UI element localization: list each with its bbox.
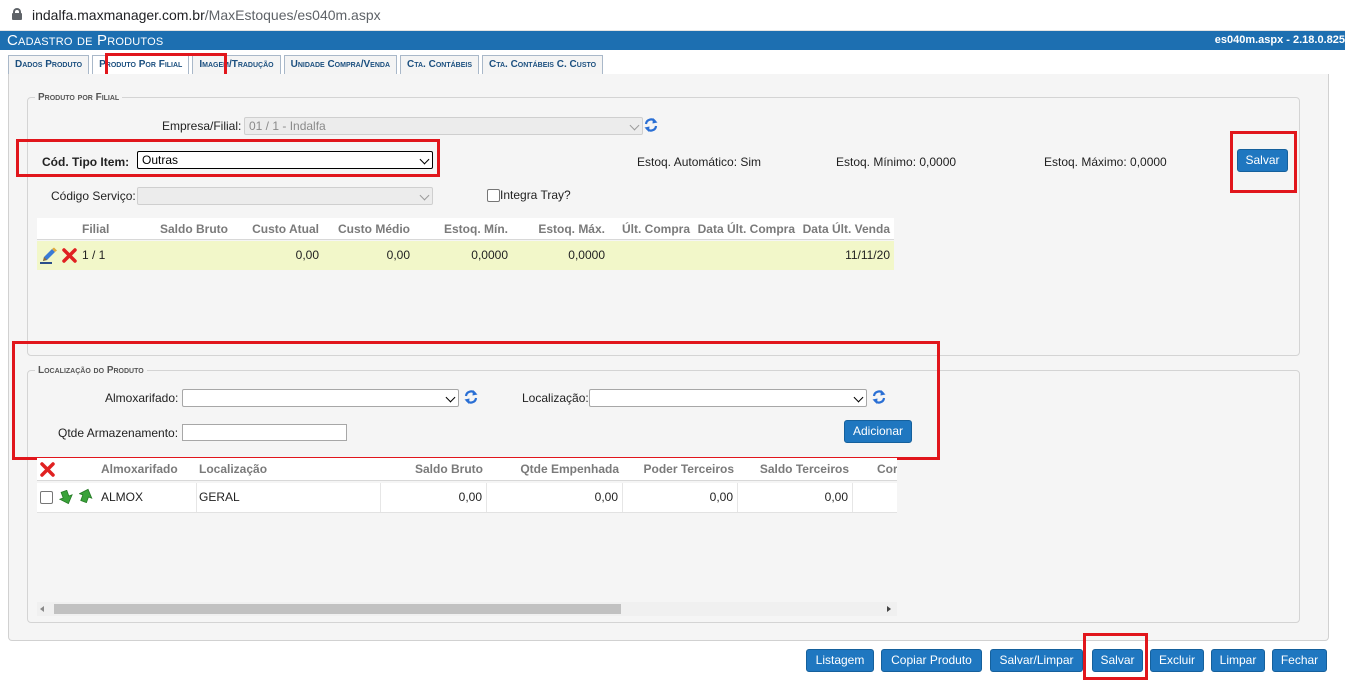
almoxarifado-select[interactable] (182, 389, 459, 407)
qtde-armazenamento-label: Qtde Armazenamento: (58, 426, 179, 440)
produto-por-filial-legend: Produto por Filial (35, 92, 123, 103)
cell-saldo-bruto (140, 241, 232, 270)
arrow-down-icon[interactable] (59, 490, 74, 505)
empresa-filial-label: Empresa/Filial: (162, 119, 242, 133)
grid-header-row: Almoxarifado Localização Saldo Bruto Qtd… (37, 458, 897, 481)
refresh-icon[interactable] (871, 389, 887, 405)
col-header-saldo-terceiros: Saldo Terceiros (759, 462, 849, 476)
col-header-ult-compra: Últ. Compra (621, 222, 690, 236)
localizacao-label: Localização: (522, 391, 589, 405)
grid-header-row: Filial Saldo Bruto Custo Atual Custo Méd… (37, 218, 894, 240)
col-header-almoxarifado: Almoxarifado (101, 462, 178, 476)
chevron-down-icon (629, 120, 640, 131)
lock-icon (12, 8, 22, 20)
localizacao-select[interactable] (589, 389, 867, 407)
cell-almoxarifado: ALMOX (101, 483, 197, 512)
table-row[interactable]: 1 / 1 0,00 0,00 0,0000 0,0000 11/11/20 (37, 241, 894, 270)
almoxarifado-label: Almoxarifado: (105, 391, 179, 405)
col-header-filial: Filial (82, 222, 110, 236)
integra-tray-label: Integra Tray? (500, 188, 571, 202)
scroll-right-arrow[interactable] (887, 606, 891, 612)
refresh-icon[interactable] (643, 117, 659, 133)
codigo-servico-label: Código Serviço: (51, 189, 136, 203)
col-header-estoq-max: Estoq. Máx. (538, 222, 605, 236)
scrollbar-thumb[interactable] (54, 604, 621, 614)
codigo-servico-select[interactable] (137, 187, 433, 205)
scroll-left-arrow[interactable] (40, 606, 44, 612)
salvar-filial-button[interactable]: Salvar (1237, 149, 1288, 172)
col-header-saldo-bruto: Saldo Bruto (415, 462, 483, 476)
col-header-saldo-bruto: Saldo Bruto (160, 222, 228, 236)
page-title: Cadastro de Produtos (7, 32, 164, 49)
copiar-produto-button[interactable]: Copiar Produto (881, 649, 982, 672)
col-header-estoq-min: Estoq. Mín. (444, 222, 508, 236)
cell-saldo-terceiros: 0,00 (738, 483, 853, 512)
delete-icon[interactable] (62, 248, 77, 263)
row-checkbox[interactable] (40, 491, 53, 504)
col-header-qtde-empenhada: Qtde Empenhada (520, 462, 619, 476)
cell-data-ult-compra (694, 241, 799, 270)
qtde-armazenamento-input[interactable] (182, 424, 347, 441)
cell-saldo-bruto: 0,00 (381, 483, 487, 512)
excluir-button[interactable]: Excluir (1150, 649, 1204, 672)
estoq-automatico-text: Estoq. Automático: Sim (637, 155, 762, 169)
col-header-cor: Cor (877, 462, 897, 476)
url-text[interactable]: indalfa.maxmanager.com.br/MaxEstoques/es… (32, 7, 381, 23)
filial-grid: Filial Saldo Bruto Custo Atual Custo Méd… (37, 218, 894, 270)
horizontal-scrollbar[interactable] (37, 602, 897, 616)
col-header-localizacao: Localização (199, 462, 268, 476)
cell-poder-terceiros: 0,00 (623, 483, 738, 512)
edit-icon[interactable] (40, 247, 58, 264)
table-row[interactable]: ALMOX GERAL 0,00 0,00 0,00 0,00 (37, 483, 897, 513)
chevron-down-icon (419, 190, 430, 201)
adicionar-button[interactable]: Adicionar (844, 420, 912, 443)
tab-cta-contabeis[interactable]: Cta. Contábeis (400, 55, 479, 74)
cell-data-ult-venda: 11/11/20 (845, 248, 890, 262)
chevron-down-icon (853, 392, 864, 403)
limpar-button[interactable]: Limpar (1211, 649, 1265, 672)
localizacao-grid: Almoxarifado Localização Saldo Bruto Qtd… (37, 458, 897, 514)
col-header-data-ult-compra: Data Últ. Compra (697, 222, 795, 236)
salvar-limpar-button[interactable]: Salvar/Limpar (990, 649, 1083, 672)
cell-custo-medio: 0,00 (386, 248, 410, 262)
cell-qtde-empenhada: 0,00 (487, 483, 623, 512)
tab-unidade-compra-venda[interactable]: Unidade Compra/Venda (283, 55, 398, 74)
col-header-data-ult-venda: Data Últ. Venda (802, 222, 890, 236)
cell-filial: 1 / 1 (82, 248, 106, 262)
tab-dados-produto[interactable]: Dados Produto (8, 55, 90, 74)
col-header-custo-atual: Custo Atual (252, 222, 319, 236)
cell-estoq-min: 0,0000 (471, 248, 508, 262)
chevron-down-icon (445, 392, 456, 403)
estoq-minimo-text: Estoq. Mínimo: 0,0000 (836, 155, 957, 169)
arrow-up-icon[interactable] (79, 488, 94, 503)
tipo-item-label: Cód. Tipo Item: (42, 155, 130, 169)
tipo-item-select[interactable]: Outras (137, 151, 433, 169)
fechar-button[interactable]: Fechar (1272, 649, 1327, 672)
col-header-custo-medio: Custo Médio (338, 222, 410, 236)
salvar-button[interactable]: Salvar (1092, 649, 1143, 672)
cell-localizacao: GERAL (199, 483, 381, 512)
integra-tray-checkbox[interactable] (487, 189, 500, 202)
tab-bar: Dados Produto Produto Por Filial Imagem/… (8, 55, 604, 74)
cell-estoq-max: 0,0000 (568, 248, 605, 262)
listagem-button[interactable]: Listagem (806, 649, 874, 672)
delete-all-icon[interactable] (40, 462, 55, 477)
col-header-poder-terceiros: Poder Terceiros (643, 462, 734, 476)
estoq-maximo-text: Estoq. Máximo: 0,0000 (1044, 155, 1167, 169)
chevron-down-icon (419, 154, 430, 165)
cell-ult-compra (609, 241, 694, 270)
cell-custo-atual: 0,00 (295, 248, 319, 262)
version-label: es040m.aspx - 2.18.0.825 (1214, 34, 1345, 46)
app-title-bar: Cadastro de Produtos es040m.aspx - 2.18.… (0, 31, 1345, 50)
tab-cta-contabeis-c-custo[interactable]: Cta. Contábeis C. Custo (482, 55, 604, 74)
refresh-icon[interactable] (463, 389, 479, 405)
empresa-filial-select[interactable]: 01 / 1 - Indalfa (244, 117, 643, 135)
browser-address-bar[interactable]: indalfa.maxmanager.com.br/MaxEstoques/es… (0, 0, 1345, 31)
